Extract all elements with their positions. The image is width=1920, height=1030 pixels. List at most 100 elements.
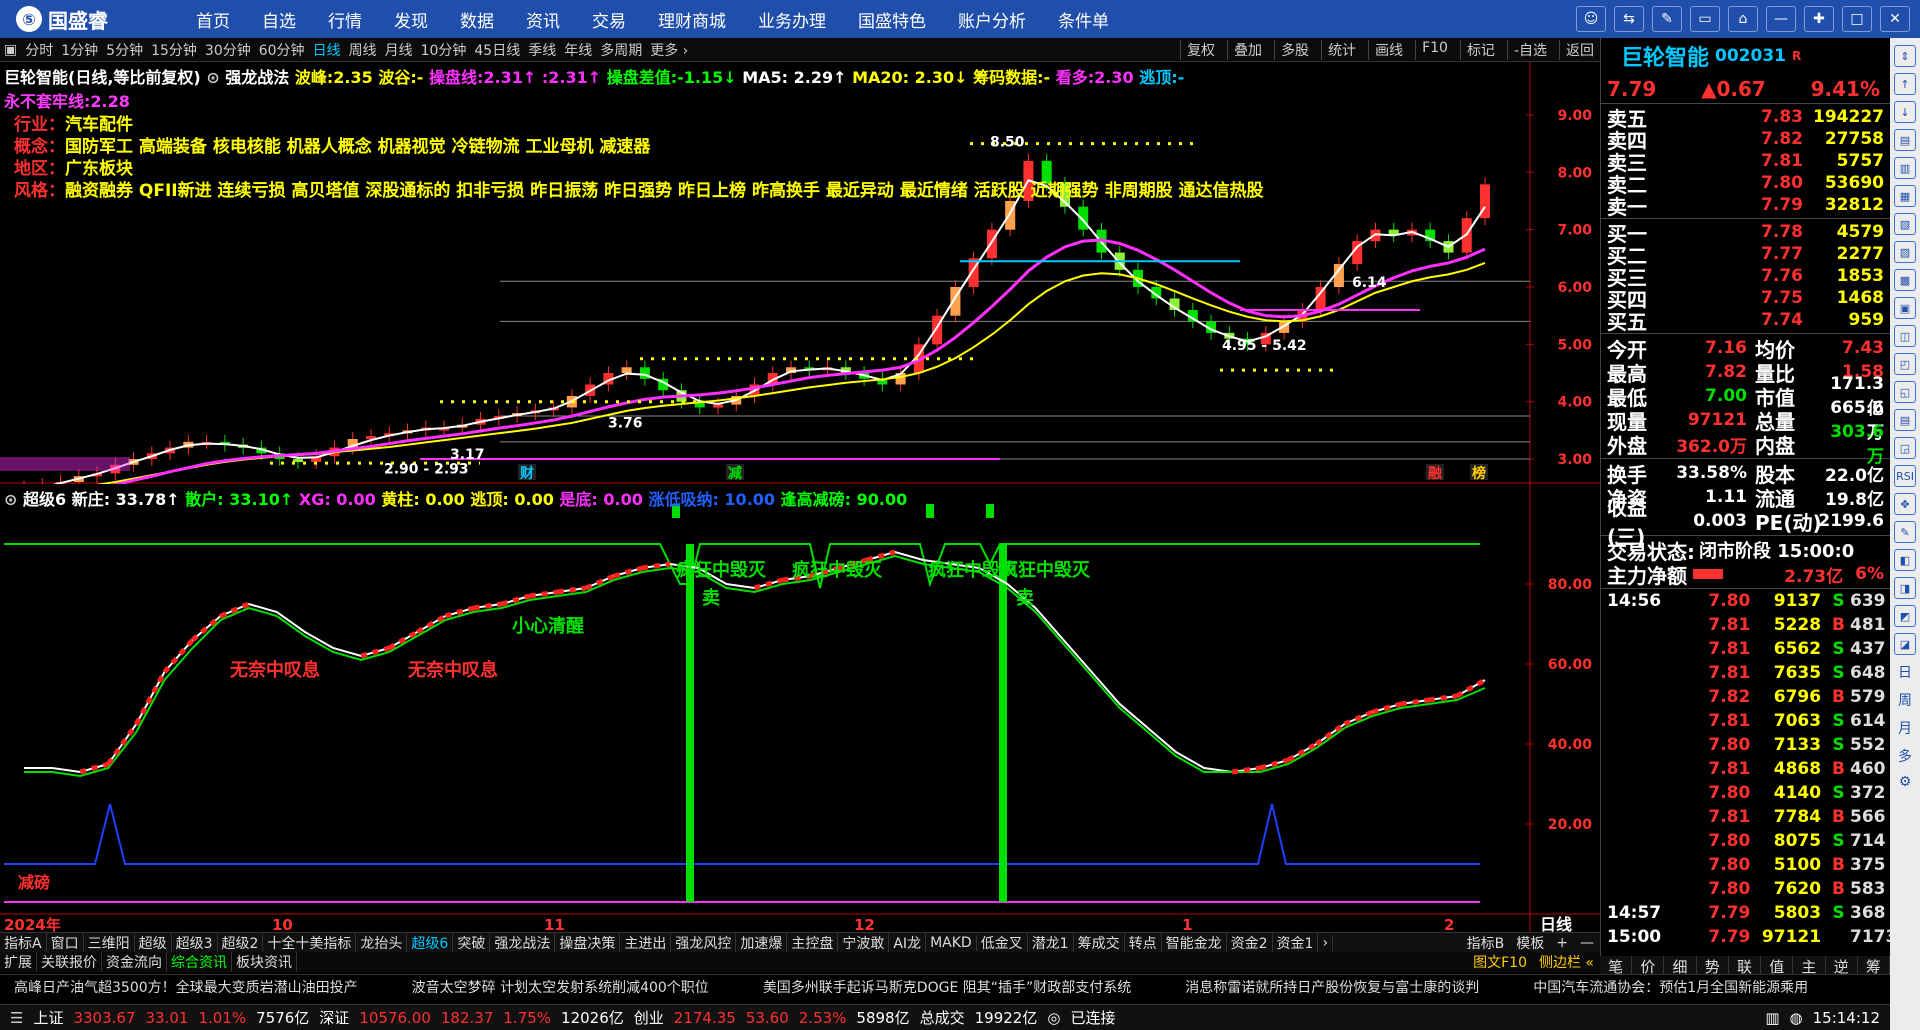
ext-tab[interactable]: 扩展 (0, 952, 37, 972)
period-tab[interactable]: 45日线 (474, 40, 520, 60)
quote-tab[interactable]: 细 (1664, 956, 1697, 976)
indicator-tab[interactable]: 窗口 (47, 932, 84, 953)
toolbar-period[interactable]: 周 (1898, 690, 1912, 710)
period-tab[interactable]: 日线 (313, 40, 341, 60)
news-item[interactable]: 美国多州联手起诉马斯克DOGE 阻其“插手”财政部支付系统 (763, 977, 1131, 997)
nav-item[interactable]: 交易 (592, 7, 626, 32)
indicator-tab[interactable]: 超级6 (407, 932, 454, 953)
period-tab[interactable]: 10分钟 (421, 40, 467, 60)
window-control-icon[interactable]: ▭ (1690, 6, 1720, 32)
toolbar-icon[interactable]: ▧ (1894, 213, 1916, 235)
indicator-chart[interactable]: 80.00 60.00 40.00 20.00 无奈中叹息 无奈中叹息 小心清醒 疯狂中毁灭 疯… (0, 484, 1600, 932)
period-tab[interactable]: 60分钟 (259, 40, 305, 60)
indicator-tab[interactable]: 突破 (453, 932, 491, 953)
toolbar-icon[interactable]: ◰ (1894, 353, 1916, 375)
news-item[interactable]: 波音太空梦碎 计划太空发射系统削减400个职位 (412, 977, 709, 997)
toolbar-icon[interactable]: ✎ (1894, 521, 1916, 543)
indicator-tab[interactable]: AI龙 (889, 932, 927, 953)
nav-item[interactable]: 自选 (262, 7, 296, 32)
indicator-tab[interactable]: 潜龙1 (1028, 932, 1074, 953)
chart-tool-button[interactable]: -自选 (1506, 39, 1547, 60)
indicator-tab[interactable]: 超级 (135, 932, 172, 953)
quote-tab[interactable]: 笔 (1600, 956, 1633, 976)
toolbar-icon[interactable]: ↑ (1894, 73, 1916, 95)
ext-right-button[interactable]: 图文F10 (1467, 952, 1533, 972)
quote-tab[interactable]: 主 (1793, 956, 1826, 976)
toolbar-icon[interactable]: ▨ (1894, 241, 1916, 263)
ext-tab[interactable]: 综合资讯 (167, 952, 232, 972)
ext-tab[interactable]: 关联报价 (37, 952, 102, 972)
order-book-row[interactable]: 卖一 7.79 32812 (1601, 194, 1890, 219)
chart-tool-button[interactable]: 标记 (1459, 39, 1495, 60)
period-tab[interactable]: 季线 (528, 40, 556, 60)
indicator-tab[interactable]: 超级3 (172, 932, 218, 953)
indicator-tab[interactable]: 资金2 (1227, 932, 1273, 953)
chart-tool-button[interactable]: 统计 (1321, 39, 1356, 60)
indicator-right-button[interactable]: — (1574, 935, 1600, 951)
news-item[interactable]: 消息称雷诺就所持日产股份恢复与富士康的谈判 (1185, 977, 1479, 997)
indicator-tab[interactable]: 加速爆 (736, 932, 788, 953)
nav-item[interactable]: 资讯 (526, 7, 560, 32)
toolbar-icon[interactable]: ⇕ (1894, 45, 1916, 67)
toolbar-icon[interactable]: ◪ (1894, 633, 1916, 655)
indicator-tab[interactable]: 强龙战法 (490, 932, 556, 953)
window-control-icon[interactable]: ☺ (1576, 6, 1606, 32)
toolbar-icon[interactable]: ◩ (1894, 605, 1916, 627)
period-tab[interactable]: 15分钟 (151, 40, 197, 60)
order-book-row[interactable]: 买五 7.74 959 (1601, 309, 1890, 334)
indicator-tab[interactable]: 转点 (1125, 932, 1162, 953)
quote-stock-name[interactable]: 巨轮智能 (1621, 40, 1709, 72)
nav-item[interactable]: 数据 (460, 7, 494, 32)
chart-tool-button[interactable]: 画线 (1368, 39, 1403, 60)
sz-index-label[interactable]: 深证 (319, 1007, 349, 1028)
nav-item[interactable]: 账户分析 (958, 7, 1026, 32)
window-control-icon[interactable]: — (1766, 6, 1796, 32)
nav-item[interactable]: 条件单 (1058, 7, 1109, 32)
indicator-tab[interactable]: 十全十美指标 (263, 932, 357, 953)
toolbar-icon[interactable]: ◱ (1894, 381, 1916, 403)
indicator-tab[interactable]: 主控盘 (787, 932, 839, 953)
nav-item[interactable]: 首页 (196, 7, 230, 32)
window-control-icon[interactable]: ✕ (1880, 6, 1910, 32)
nav-item[interactable]: 理财商城 (658, 7, 726, 32)
nav-item[interactable]: 行情 (328, 7, 362, 32)
toolbar-period[interactable]: ⚙ (1899, 774, 1912, 790)
indicator-tab[interactable]: 智能金龙 (1162, 932, 1227, 953)
window-control-icon[interactable]: □ (1842, 6, 1872, 32)
news-item[interactable]: 高峰日产油气超3500方！全球最大变质岩潜山油田投产 (14, 977, 358, 997)
chart-tool-button[interactable]: 叠加 (1227, 39, 1262, 60)
toolbar-icon[interactable]: ▩ (1894, 269, 1916, 291)
toolbar-icon[interactable]: ◨ (1894, 577, 1916, 599)
menu-icon[interactable]: ☰ (10, 1009, 23, 1027)
window-control-icon[interactable]: ✎ (1652, 6, 1682, 32)
quote-tab[interactable]: 价 (1632, 956, 1665, 976)
cy-index-label[interactable]: 创业 (634, 1007, 664, 1028)
quote-tab[interactable]: 联 (1729, 956, 1762, 976)
app-logo[interactable]: ⑤ 国盛睿 (16, 5, 166, 34)
chart-icon[interactable]: ▥ (1765, 1009, 1779, 1027)
sh-index-label[interactable]: 上证 (33, 1007, 63, 1028)
toolbar-icon[interactable]: ▤ (1894, 129, 1916, 151)
indicator-tab[interactable]: 操盘决策 (555, 932, 621, 953)
indicator-name[interactable]: 超级6 (23, 490, 66, 509)
window-control-icon[interactable]: ✚ (1804, 6, 1834, 32)
indicator-right-button[interactable]: 指标B (1461, 933, 1511, 953)
toolbar-icon[interactable]: ↓ (1894, 101, 1916, 123)
toolbar-icon[interactable]: ▣ (1894, 297, 1916, 319)
strategy-name[interactable]: 强龙战法 (225, 68, 289, 87)
nav-item[interactable]: 发现 (394, 7, 428, 32)
ext-right-button[interactable]: 侧边栏 « (1533, 952, 1600, 972)
dropdown-icon[interactable]: ⊙ (206, 68, 219, 87)
quote-tab[interactable]: 值 (1761, 956, 1794, 976)
period-tab[interactable]: 月线 (385, 40, 413, 60)
quote-tab[interactable]: 逆 (1826, 956, 1858, 976)
quote-tab[interactable]: 势 (1697, 956, 1729, 976)
indicator-right-button[interactable]: 模板 (1510, 933, 1550, 953)
toolbar-icon[interactable]: ▤ (1894, 409, 1916, 431)
toolbar-icon[interactable]: ▥ (1894, 157, 1916, 179)
bell-icon[interactable]: ◍ (1790, 1009, 1803, 1027)
ext-tab[interactable]: 板块资讯 (232, 952, 297, 972)
toolbar-icon[interactable]: ▦ (1894, 185, 1916, 207)
window-control-icon[interactable]: ⌂ (1728, 6, 1758, 32)
period-tab[interactable]: 分时 (25, 40, 53, 60)
